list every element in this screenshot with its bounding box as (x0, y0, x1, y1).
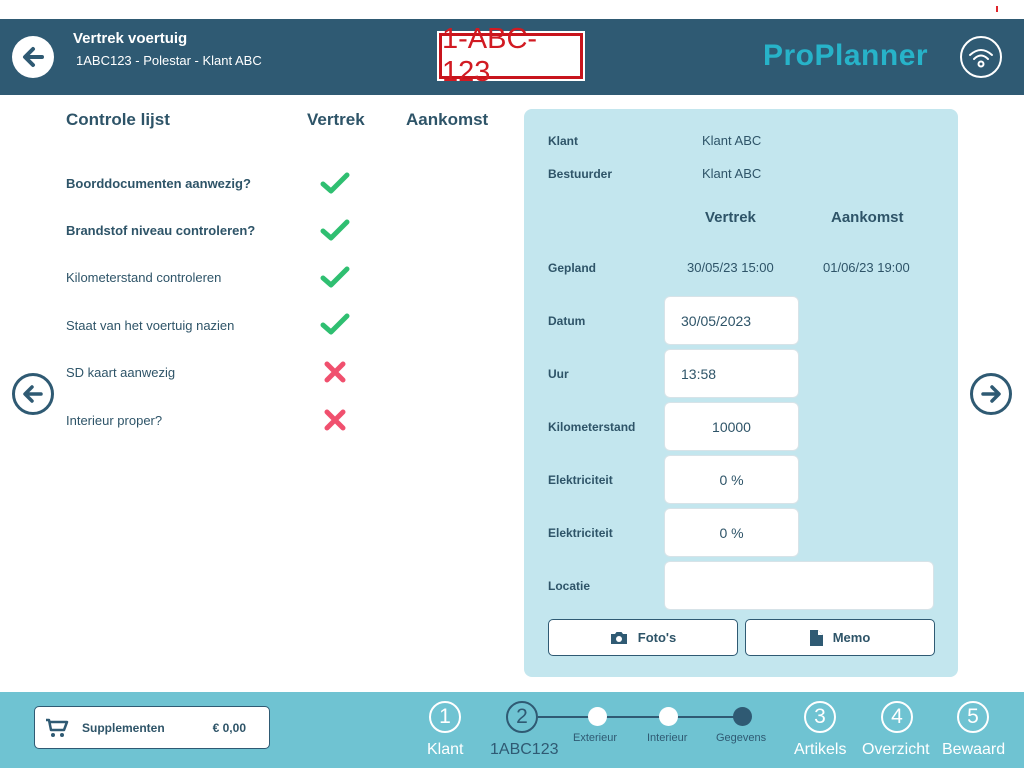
substep-interieur-label: Interieur (647, 732, 688, 744)
status-bar (0, 0, 1024, 19)
step-3-label: Artikels (794, 741, 847, 758)
cart-icon (46, 718, 69, 737)
checklist-item-label: Interieur proper? (66, 413, 163, 428)
elektriciteit-field[interactable]: 0 % (664, 508, 799, 557)
supplements-value: € 0,00 (212, 721, 246, 735)
supplements-label: Supplementen (82, 721, 165, 735)
photos-button[interactable]: Foto's (548, 619, 738, 656)
gepland-label: Gepland (548, 261, 597, 275)
checklist-item-label: Kilometerstand controleren (66, 270, 222, 285)
uur-field[interactable]: 13:58 (664, 349, 799, 398)
step-2-label: 1ABC123 (490, 741, 559, 758)
document-icon (809, 629, 823, 646)
checkmark-icon[interactable] (318, 168, 352, 198)
datum-label: Datum (548, 314, 586, 328)
step-4-label: Overzicht (862, 741, 930, 758)
checkmark-icon[interactable] (318, 309, 352, 339)
checkmark-icon[interactable] (318, 262, 352, 292)
arrow-right-icon (981, 385, 1001, 403)
uur-label: Uur (548, 367, 569, 381)
locatie-field[interactable] (664, 561, 934, 610)
status-indicator (996, 6, 998, 12)
wifi-icon (960, 36, 1002, 78)
logo: ProPlanner (763, 39, 929, 72)
kilometerstand-label: Kilometerstand (548, 420, 636, 434)
substep-connector (538, 716, 743, 718)
checklist-title: Controle lijst (66, 110, 170, 129)
checklist-item-label: Boorddocumenten aanwezig? (66, 176, 251, 191)
elektriciteit-label: Elektriciteit (548, 526, 613, 540)
cross-icon[interactable] (318, 405, 352, 435)
substep-gegevens[interactable] (733, 707, 752, 726)
checklist-col-arrival: Aankomst (406, 110, 489, 129)
bestuurder-label: Bestuurder (548, 167, 613, 181)
previous-button[interactable] (12, 373, 54, 415)
panel-col-departure: Vertrek (705, 209, 756, 226)
elektriciteit-label: Elektriciteit (548, 473, 613, 487)
locatie-label: Locatie (548, 579, 591, 593)
datum-field[interactable]: 30/05/2023 (664, 296, 799, 345)
step-3-button[interactable]: 3 (804, 701, 836, 733)
arrow-left-icon (23, 47, 44, 67)
back-button[interactable] (12, 36, 54, 78)
substep-exterieur-label: Exterieur (573, 732, 618, 744)
step-2-button[interactable]: 2 (506, 701, 538, 733)
gepland-departure: 30/05/23 15:00 (687, 260, 774, 275)
page-subtitle: 1ABC123 - Polestar - Klant ABC (76, 53, 262, 68)
arrow-left-icon (23, 385, 43, 403)
footer-bar: Supplementen € 0,00 1 Klant 2 1ABC123 Ex… (0, 692, 1024, 768)
supplements-button[interactable]: Supplementen € 0,00 (34, 706, 270, 749)
details-panel: Klant Klant ABC Bestuurder Klant ABC Ver… (524, 109, 958, 677)
next-button[interactable] (970, 373, 1012, 415)
kilometerstand-field[interactable]: 10000 (664, 402, 799, 451)
license-plate: 1-ABC-123 (439, 23, 583, 88)
substep-gegevens-label: Gegevens (716, 732, 767, 744)
step-5-button[interactable]: 5 (957, 701, 989, 733)
klant-label: Klant (548, 134, 578, 148)
memo-button[interactable]: Memo (745, 619, 935, 656)
photos-button-label: Foto's (637, 630, 677, 645)
checklist-item-label: Staat van het voertuig nazien (66, 318, 235, 333)
step-1-button[interactable]: 1 (429, 701, 461, 733)
step-1-label: Klant (427, 741, 464, 758)
step-5-label: Bewaard (942, 741, 1006, 758)
cross-icon[interactable] (318, 357, 352, 387)
checkmark-icon[interactable] (318, 215, 352, 245)
gepland-arrival: 01/06/23 19:00 (823, 260, 910, 275)
substep-exterieur[interactable] (588, 707, 607, 726)
page-title: Vertrek voertuig (73, 30, 188, 47)
step-4-button[interactable]: 4 (881, 701, 913, 733)
elektriciteit-field[interactable]: 0 % (664, 455, 799, 504)
memo-button-label: Memo (832, 630, 871, 645)
checklist-item-label: SD kaart aanwezig (66, 365, 176, 380)
camera-icon (610, 631, 627, 644)
checklist-item-label: Brandstof niveau controleren? (66, 223, 256, 238)
klant-value: Klant ABC (702, 133, 762, 148)
header: Vertrek voertuig 1ABC123 - Polestar - Kl… (0, 19, 1024, 95)
bestuurder-value: Klant ABC (702, 166, 762, 181)
substep-interieur[interactable] (659, 707, 678, 726)
panel-col-arrival: Aankomst (831, 209, 904, 226)
checklist-col-departure: Vertrek (307, 110, 365, 129)
